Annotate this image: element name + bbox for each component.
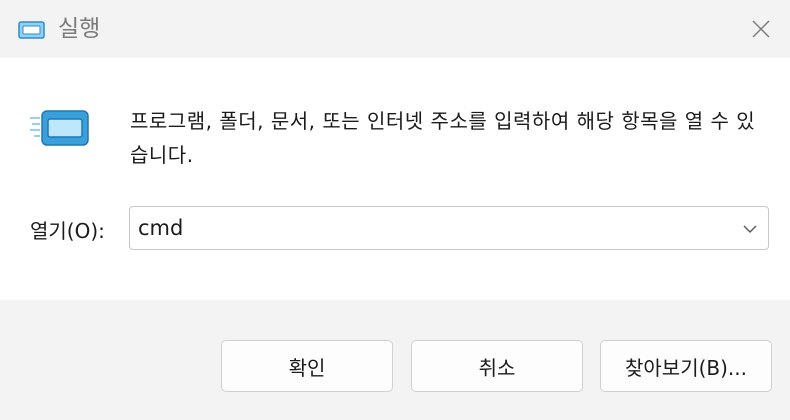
- window-title: 실행: [58, 16, 101, 42]
- open-combobox[interactable]: [129, 206, 769, 250]
- chevron-down-icon[interactable]: [742, 221, 758, 237]
- browse-button[interactable]: 찾아보기(B)...: [600, 340, 772, 392]
- close-button[interactable]: [732, 0, 790, 58]
- dialog-footer: 확인 취소 찾아보기(B)...: [0, 300, 790, 420]
- ok-button[interactable]: 확인: [221, 340, 393, 392]
- cancel-button[interactable]: 취소: [411, 340, 583, 392]
- title-bar: 실행: [0, 0, 790, 58]
- run-icon: [30, 110, 89, 146]
- run-app-icon: [18, 21, 45, 39]
- dialog-content: 프로그램, 폴더, 문서, 또는 인터넷 주소를 입력하여 해당 항목을 열 수…: [0, 58, 790, 300]
- run-dialog: 실행 프로그램, 폴더, 문서, 또는 인터넷 주소를 입력하여 해당 항목을 …: [0, 0, 790, 420]
- open-input[interactable]: [138, 213, 718, 243]
- dialog-description: 프로그램, 폴더, 문서, 또는 인터넷 주소를 입력하여 해당 항목을 열 수…: [130, 109, 756, 167]
- open-label: 열기(O):: [30, 219, 105, 243]
- close-icon: [752, 20, 770, 38]
